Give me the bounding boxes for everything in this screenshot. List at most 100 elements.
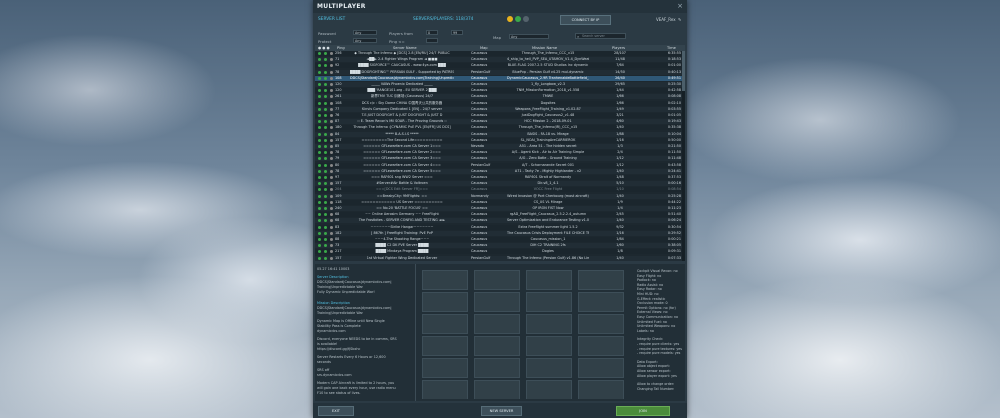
ping-value: 77 [335, 106, 340, 111]
server-row[interactable]: 80 ====== GFLewarfare.com CA Server 4=== P… [315, 162, 685, 168]
server-row[interactable]: 85 ====== GFLewarfare.com CA Server 1=== N… [315, 144, 685, 149]
list-scrollbar-thumb[interactable] [682, 51, 685, 91]
server-name: === RAF601 sng WW2 Server === [371, 175, 433, 179]
col-server-name[interactable]: Server Name [393, 46, 417, 50]
new-server-button[interactable]: NEW SERVER [481, 406, 522, 416]
server-row[interactable]: 71 ◄██► 2-4 Fighter Wings Program ◄ ■■■ Ca… [315, 57, 685, 63]
mission-name: A/G - Zero Batle - Ground Training [519, 156, 577, 161]
server-row[interactable]: 217 ████ Mindaya Program ████ Caucasus Dogi… [315, 249, 685, 255]
online-filter-icon[interactable] [515, 16, 521, 22]
tab-server-list[interactable]: SERVER LIST [318, 17, 345, 22]
connect-by-ip-button[interactable]: CONNECT BY IP [560, 15, 611, 25]
server-status-icon [318, 89, 321, 93]
exit-button[interactable]: EXIT [318, 406, 354, 416]
favorite-filter-icon[interactable] [507, 16, 513, 22]
server-row[interactable]: 78 ████ DOGFIGHTING™ PERSIAN GULF - Suppo… [315, 69, 685, 75]
server-row[interactable]: 108 DDCS|Standard|Caucasus|dynamicdcs.com… [315, 75, 685, 81]
server-time: 0:07:33 [667, 255, 681, 260]
password-select[interactable]: Any [353, 30, 377, 35]
ping-value: 120 [335, 82, 342, 86]
server-row[interactable]: 157 1st Virtual Fighter Wing Dedicated Se… [315, 255, 685, 261]
mission-name: A/S - Agent Kick - Air to Air Training S… [511, 150, 585, 155]
server-row[interactable]: 204 ===[DCS Edit Server FR]=== Caucasus VOC… [315, 187, 685, 193]
server-row[interactable]: 120 _____ VAWs Phoenix Dedicated _____ Cau… [315, 82, 685, 87]
player-count: 1/3 [617, 144, 623, 148]
server-row[interactable]: 261 新界TMV TUC 训练场 (Caucasus) 24/7 Caucasus… [315, 94, 685, 100]
mission-image-placeholder [422, 336, 468, 356]
server-row[interactable]: 76 T.E.JUST DOGFIGHT & JUST DOGFIGHT & JU… [315, 113, 685, 118]
server-row[interactable]: 240 == No.20 'BATTLE FOCUS' == Caucasus OP … [315, 206, 685, 211]
ping-input[interactable] [426, 38, 438, 43]
mission-name: 1_fly_Longbow_v2.3 [531, 82, 565, 86]
server-row[interactable]: 182 [ 867th ] Freeflight Training: PvE Pv… [315, 230, 685, 236]
ping-value: 84 [335, 131, 340, 136]
server-name: ████ DOGFIGHTING™ PERSIAN GULF - Support… [350, 69, 454, 74]
server-row[interactable]: 79 ====== GFLewarfare.com CA Server 3=== C… [315, 156, 685, 162]
server-time: 0:10:04 [667, 131, 681, 136]
server-name: ==BreakyCity: 9MFlights: == [376, 193, 428, 198]
ping-value: 85 [335, 144, 340, 148]
server-time: 0:49:51 [667, 75, 681, 80]
description-line: will gain one back every hour, use radio… [317, 386, 396, 390]
players-from-input[interactable]: 0 [426, 30, 438, 35]
server-status-icon [318, 101, 321, 105]
description-line: Training|Unpredictable War [317, 311, 363, 315]
map-select[interactable]: Any [509, 34, 549, 39]
col-ping[interactable]: Ping [337, 46, 345, 50]
server-row[interactable]: 68 The Frostbites - SERVER CONFIG AND TES… [315, 218, 685, 224]
map-name: PersianGulf [471, 162, 491, 167]
server-row[interactable]: 108 DCS c/c : Sky Dome CHINA 中国青天公共的服务器 Ca… [315, 100, 685, 106]
lock-icon [324, 120, 327, 124]
search-input[interactable]: ⌕ Search server [575, 33, 626, 39]
ping-value: 76 [335, 113, 340, 117]
server-row[interactable]: 87:: E. Team Recon's Mil SOAR - The Prov… [315, 119, 685, 125]
player-count: 1/12 [616, 162, 624, 167]
server-row[interactable]: 78 ====== GFLewarfare.com CA Server 5=== C… [315, 168, 685, 174]
ping-value: 68 [335, 212, 340, 217]
map-name: Caucasus [471, 100, 488, 105]
lock-icon [324, 219, 327, 223]
server-row[interactable]: 118 ============ US Server ========== Cauc… [315, 199, 685, 205]
server-row[interactable]: 256 ◆ Through The Inferno ◆ [DCS] 2.8 [EN… [315, 51, 685, 56]
server-row[interactable]: 97 === RAF601 sng WW2 Server === Caucasus R… [315, 175, 685, 180]
edit-user-icon[interactable]: ✎ [678, 17, 681, 22]
col-mission[interactable]: Mission Name [532, 46, 557, 50]
server-row[interactable]: 84 ***** B.A.S.I.S ***** Caucasus BASIS - F… [315, 131, 685, 137]
server-row[interactable]: 157 #Server#Air Battle & Voltroen Caucasus… [315, 181, 685, 187]
col-players[interactable]: Players [612, 46, 625, 50]
server-row[interactable]: 180 Through The Inferno :[CYNAMIC PvE PVL… [315, 125, 685, 131]
favorite-icon [330, 163, 333, 167]
favorite-icon [330, 114, 333, 117]
server-status-icon [318, 250, 321, 254]
server-row[interactable]: 92 ████ SIGFORCE™ CAUCASUS - www.4ya.com … [315, 63, 685, 69]
server-time: 0:43:58 [667, 162, 681, 167]
server-row[interactable]: 120 ███ 'RANGE101.org - EU SERVER 2 ███ Ca… [315, 88, 685, 94]
favorite-icon [330, 70, 333, 74]
ping-value: 240 [335, 206, 342, 210]
server-row[interactable]: 88 ~~~4-The Shooting Range~~~ Caucasus Cauc… [315, 237, 685, 242]
server-row[interactable]: 68 ~~ Online Aerosim Germany ~~ FreeFligh… [315, 212, 685, 218]
protect-select[interactable]: Any [353, 38, 377, 43]
col-time[interactable]: Time [667, 46, 676, 50]
server-row[interactable]: 157 =========The Second Life========== Cau… [315, 137, 685, 143]
close-icon[interactable]: × [677, 2, 683, 10]
ping-value: 157 [335, 137, 342, 142]
join-button[interactable]: JOIN [616, 406, 670, 416]
server-time: 0:25:28 [667, 193, 681, 198]
refresh-icon[interactable] [523, 16, 529, 22]
server-row[interactable]: 78 ====== GFLewarfare.com CA Server 2=== C… [315, 150, 685, 156]
players-to-input[interactable]: 99 [451, 30, 463, 35]
col-map[interactable]: Map [480, 46, 488, 50]
multiplayer-window: MULTIPLAYER × SERVER LIST SERVERS/PLAYER… [313, 0, 687, 418]
server-time: 0:09:31 [667, 249, 681, 254]
ping-value: 78 [335, 69, 340, 74]
server-row[interactable]: 77 Kinvis Company Dedicated 1 [EN] - 24/7… [315, 106, 685, 112]
section-heading: Server Description [317, 275, 349, 279]
server-time: 0:00:21 [667, 237, 681, 241]
server-row[interactable]: 83 ~~~~~~~Strike Hangar~~~~~~~ Caucasus Ext… [315, 224, 685, 230]
server-option: Easy Communication: no [637, 315, 679, 319]
server-option: - require pure models: yes [637, 351, 681, 356]
server-row[interactable]: 109 ==BreakyCity: 9MFlights: == Normandy Wi… [315, 193, 685, 199]
players-from-label: Players from [389, 31, 413, 36]
server-row[interactable]: 73 ████ C2 DK PVE Server ████ Caucasus DIH … [315, 243, 685, 249]
